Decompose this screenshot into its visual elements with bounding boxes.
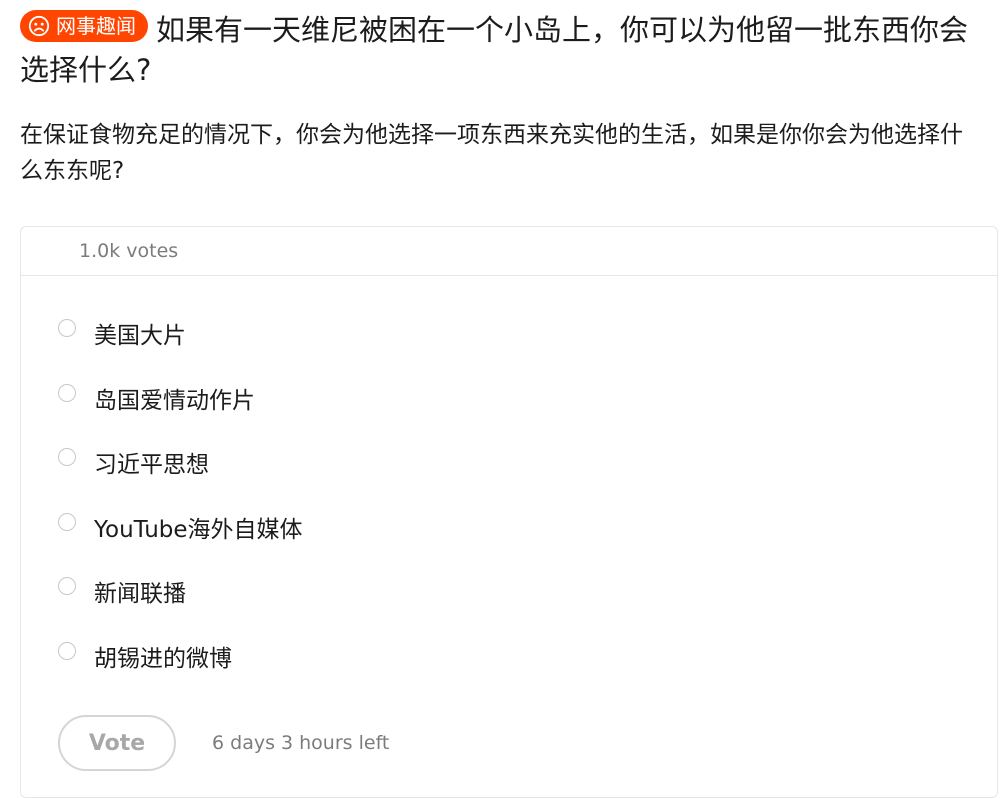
post-flair[interactable]: 网事趣闻 <box>20 10 148 42</box>
poll-header: 1.0k votes <box>21 227 997 276</box>
poll-option[interactable]: 胡锡进的微博 <box>21 640 997 705</box>
post: 网事趣闻 如果有一天维尼被困在一个小岛上，你可以为他留一批东西你会选择什么? 在… <box>0 0 1000 798</box>
poll-vote-count: 1.0k votes <box>79 240 179 262</box>
post-title[interactable]: 如果有一天维尼被困在一个小岛上，你可以为他留一批东西你会选择什么? <box>20 13 968 87</box>
poll: 1.0k votes 美国大片 岛国爱情动作片 习近平思想 YouTube海外自… <box>20 226 998 798</box>
poll-time-left: 6 days 3 hours left <box>212 732 390 754</box>
radio-button[interactable] <box>58 577 76 596</box>
poll-option-label: 习近平思想 <box>94 452 209 479</box>
poll-option-label: YouTube海外自媒体 <box>94 516 303 543</box>
poll-footer: Vote 6 days 3 hours left <box>58 715 389 771</box>
poll-option[interactable]: 习近平思想 <box>21 446 997 511</box>
poll-option[interactable]: 岛国爱情动作片 <box>21 382 997 447</box>
flair-label: 网事趣闻 <box>56 14 136 38</box>
poll-option-label: 美国大片 <box>94 323 186 349</box>
post-title-block: 网事趣闻 如果有一天维尼被困在一个小岛上，你可以为他留一批东西你会选择什么? <box>20 10 995 90</box>
poll-option-label: 胡锡进的微博 <box>94 645 232 672</box>
sad-face-icon <box>28 15 50 37</box>
poll-option[interactable]: YouTube海外自媒体 <box>21 511 997 576</box>
radio-button[interactable] <box>58 319 76 337</box>
radio-button[interactable] <box>58 512 76 531</box>
radio-button[interactable] <box>58 641 76 660</box>
radio-button[interactable] <box>58 383 76 402</box>
poll-option[interactable]: 新闻联播 <box>21 575 997 640</box>
poll-option-label: 岛国爱情动作片 <box>94 387 255 414</box>
poll-option-label: 新闻联播 <box>94 581 186 608</box>
poll-option[interactable]: 美国大片 <box>21 317 997 382</box>
post-body: 在保证食物充足的情况下，你会为他选择一项东西来充实他的生活，如果是你你会为他选择… <box>20 122 963 184</box>
vote-button[interactable]: Vote <box>58 715 176 771</box>
radio-button[interactable] <box>58 448 76 467</box>
poll-options: 美国大片 岛国爱情动作片 习近平思想 YouTube海外自媒体 新闻联播 胡锡进… <box>21 317 997 705</box>
